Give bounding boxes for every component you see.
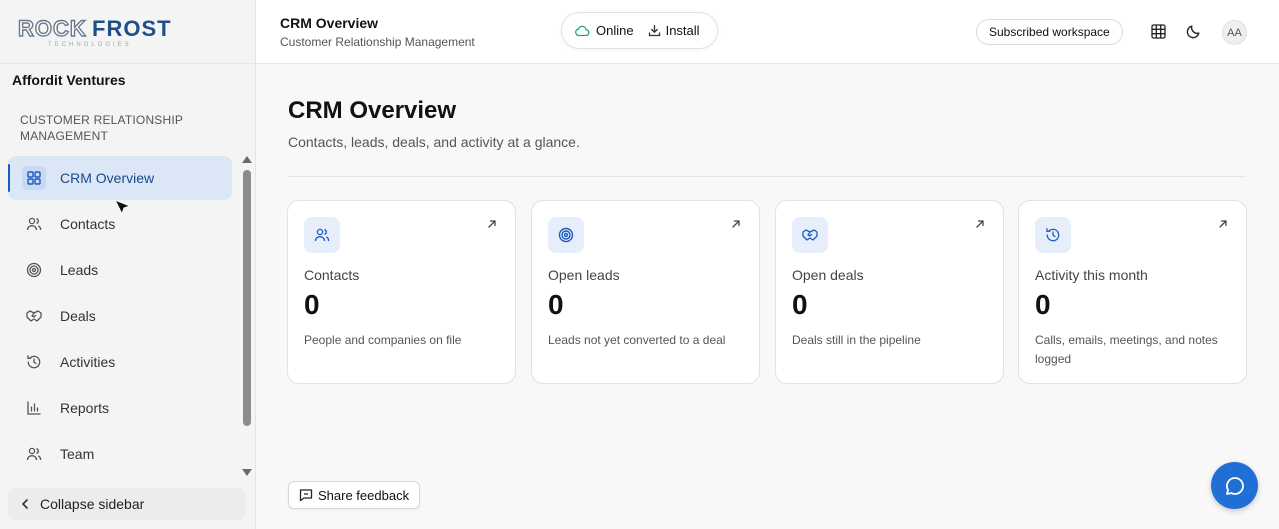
sidebar-item-label: Reports [60, 400, 110, 416]
svg-text:FROST: FROST [92, 16, 172, 41]
collapse-sidebar-button[interactable]: Collapse sidebar [8, 488, 246, 520]
sidebar-item-team[interactable]: Team [8, 432, 232, 476]
section-divider [288, 176, 1246, 177]
sidebar-item-label: CRM Overview [60, 170, 155, 186]
users-icon [304, 217, 340, 253]
install-button[interactable]: Install [666, 23, 700, 38]
page-title: CRM Overview [288, 97, 457, 124]
stat-label: Activity this month [1035, 267, 1148, 283]
organization-name: Affordit Ventures [12, 72, 126, 88]
chat-bubble-icon [1224, 475, 1246, 497]
download-icon[interactable] [648, 24, 661, 37]
apps-grid-icon[interactable] [1149, 22, 1167, 40]
stat-value: 0 [1035, 289, 1051, 320]
stat-value: 0 [304, 289, 320, 320]
sidebar-item-reports[interactable]: Reports [8, 386, 232, 430]
dark-mode-moon-icon[interactable] [1184, 22, 1202, 40]
stat-value: 0 [548, 289, 564, 320]
header-title: CRM Overview [280, 15, 379, 31]
arrow-up-right-icon[interactable] [1218, 219, 1228, 229]
stat-label: Open deals [792, 267, 864, 283]
nav-section-title: CUSTOMER RELATIONSHIP MANAGEMENT [20, 113, 183, 143]
page-subtitle: Contacts, leads, deals, and activity at … [288, 134, 580, 150]
svg-text:TECHNOLOGIES: TECHNOLOGIES [48, 42, 132, 48]
arrow-up-right-icon[interactable] [731, 219, 741, 229]
stat-card-activity-this-month[interactable]: Activity this month 0 Calls, emails, mee… [1018, 200, 1247, 384]
stat-description: People and companies on file [304, 333, 462, 347]
bar-chart-icon [24, 398, 44, 418]
scroll-down-arrow-icon[interactable] [242, 469, 252, 476]
chevron-left-icon [20, 498, 30, 510]
scrollbar-thumb[interactable] [243, 170, 251, 426]
stat-description: Calls, emails, meetings, and notes logge… [1035, 333, 1218, 366]
users-icon [24, 214, 44, 234]
arrow-up-right-icon[interactable] [975, 219, 985, 229]
scroll-up-arrow-icon[interactable] [242, 156, 252, 163]
brand-logo[interactable]: ROCK FROST TECHNOLOGIES [0, 0, 255, 64]
sidebar-item-label: Team [60, 446, 95, 462]
cloud-icon [574, 25, 590, 37]
stat-description: Leads not yet converted to a deal [548, 333, 726, 347]
stat-card-open-leads[interactable]: Open leads 0 Leads not yet converted to … [531, 200, 760, 384]
arrow-up-right-icon[interactable] [487, 219, 497, 229]
stat-label: Contacts [304, 267, 360, 283]
stat-label: Open leads [548, 267, 620, 283]
sidebar-item-leads[interactable]: Leads [8, 248, 232, 292]
sidebar-item-deals[interactable]: Deals [8, 294, 232, 338]
sidebar-item-label: Leads [60, 262, 99, 278]
share-feedback-button[interactable]: Share feedback [288, 481, 421, 509]
share-feedback-label: Share feedback [318, 487, 410, 503]
stat-card-open-deals[interactable]: Open deals 0 Deals still in the pipeline [775, 200, 1004, 384]
grid-icon [22, 166, 46, 190]
target-icon [548, 217, 584, 253]
user-avatar[interactable]: AA [1222, 20, 1247, 45]
sidebar-item-label: Contacts [60, 216, 116, 232]
handshake-icon [792, 217, 828, 253]
sidebar-item-activities[interactable]: Activities [8, 340, 232, 384]
history-icon [24, 352, 44, 372]
mouse-cursor-icon [113, 198, 133, 223]
users-icon [24, 444, 44, 464]
online-status-label: Online [596, 23, 634, 38]
header-subtitle: Customer Relationship Management [280, 35, 475, 49]
subscribed-workspace-button[interactable]: Subscribed workspace [976, 19, 1123, 45]
history-icon [1035, 217, 1071, 253]
status-install-pill: Online Install [561, 12, 718, 49]
stat-description: Deals still in the pipeline [792, 333, 921, 347]
chat-support-button[interactable] [1211, 462, 1258, 509]
handshake-icon [24, 306, 44, 326]
svg-text:ROCK: ROCK [18, 16, 87, 41]
stat-card-contacts[interactable]: Contacts 0 People and companies on file [287, 200, 516, 384]
stat-value: 0 [792, 289, 808, 320]
sidebar: ROCK FROST TECHNOLOGIES Affordit Venture… [0, 0, 256, 529]
top-header: CRM Overview Customer Relationship Manag… [256, 0, 1279, 64]
sidebar-item-crm-overview[interactable]: CRM Overview [8, 156, 232, 200]
collapse-sidebar-label: Collapse sidebar [40, 496, 145, 512]
feedback-message-icon [299, 488, 313, 502]
sidebar-item-label: Activities [60, 354, 116, 370]
target-icon [24, 260, 44, 280]
sidebar-item-label: Deals [60, 308, 96, 324]
sidebar-scrollbar[interactable] [242, 156, 252, 480]
